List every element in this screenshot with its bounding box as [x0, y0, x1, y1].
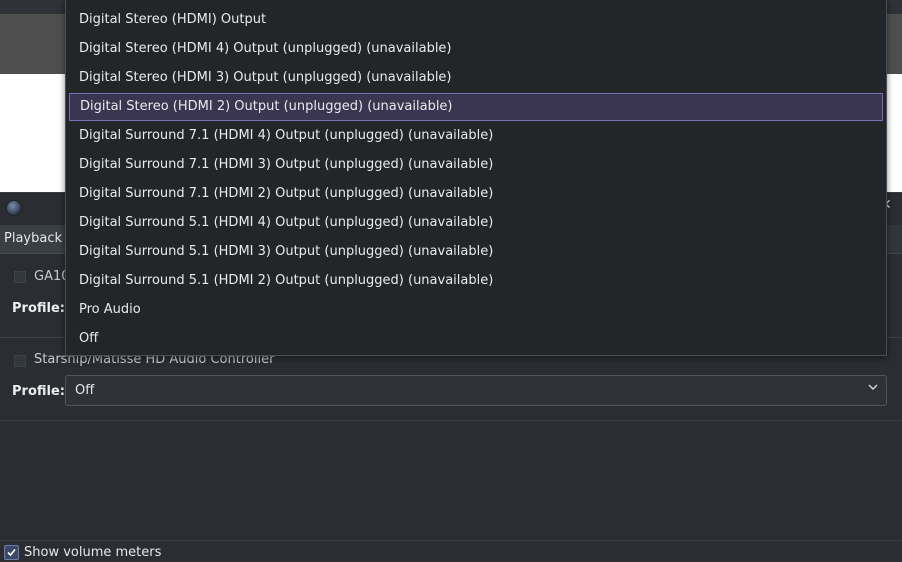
dropdown-item[interactable]: Digital Surround 7.1 (HDMI 4) Output (un…: [69, 122, 883, 150]
profile-dropdown-list: Digital Stereo (HDMI) Output Digital Ste…: [65, 0, 887, 356]
dropdown-item[interactable]: Digital Surround 7.1 (HDMI 3) Output (un…: [69, 151, 883, 179]
show-volume-meters-checkbox[interactable]: [4, 545, 19, 560]
device-icon: [14, 271, 26, 283]
show-volume-meters-label[interactable]: Show volume meters: [24, 545, 161, 560]
dropdown-item[interactable]: Digital Surround 5.1 (HDMI 3) Output (un…: [69, 238, 883, 266]
profile-select-2[interactable]: Off: [65, 375, 887, 406]
dropdown-item[interactable]: Digital Stereo (HDMI 4) Output (unplugge…: [69, 35, 883, 63]
checkmark-icon: [7, 548, 16, 557]
dropdown-item[interactable]: Digital Stereo (HDMI 3) Output (unplugge…: [69, 64, 883, 92]
app-icon: [6, 200, 22, 216]
footer: Show volume meters: [0, 540, 902, 562]
profile-label-1: Profile:: [12, 301, 65, 316]
dropdown-item[interactable]: Pro Audio: [69, 296, 883, 324]
tab-playback[interactable]: Playback: [0, 225, 67, 253]
chevron-down-icon: [868, 384, 878, 390]
profile-label-2: Profile:: [12, 384, 65, 399]
dropdown-item[interactable]: Digital Surround 5.1 (HDMI 4) Output (un…: [69, 209, 883, 237]
dropdown-item[interactable]: Digital Stereo (HDMI) Output: [69, 6, 883, 34]
dropdown-item[interactable]: Digital Surround 7.1 (HDMI 2) Output (un…: [69, 180, 883, 208]
profile-select-value: Off: [75, 383, 95, 398]
device-icon: [14, 355, 26, 367]
section-divider: [0, 420, 902, 421]
dropdown-item[interactable]: Off: [69, 325, 883, 353]
dropdown-item-highlighted[interactable]: Digital Stereo (HDMI 2) Output (unplugge…: [69, 93, 883, 121]
dropdown-item[interactable]: Digital Surround 5.1 (HDMI 2) Output (un…: [69, 267, 883, 295]
